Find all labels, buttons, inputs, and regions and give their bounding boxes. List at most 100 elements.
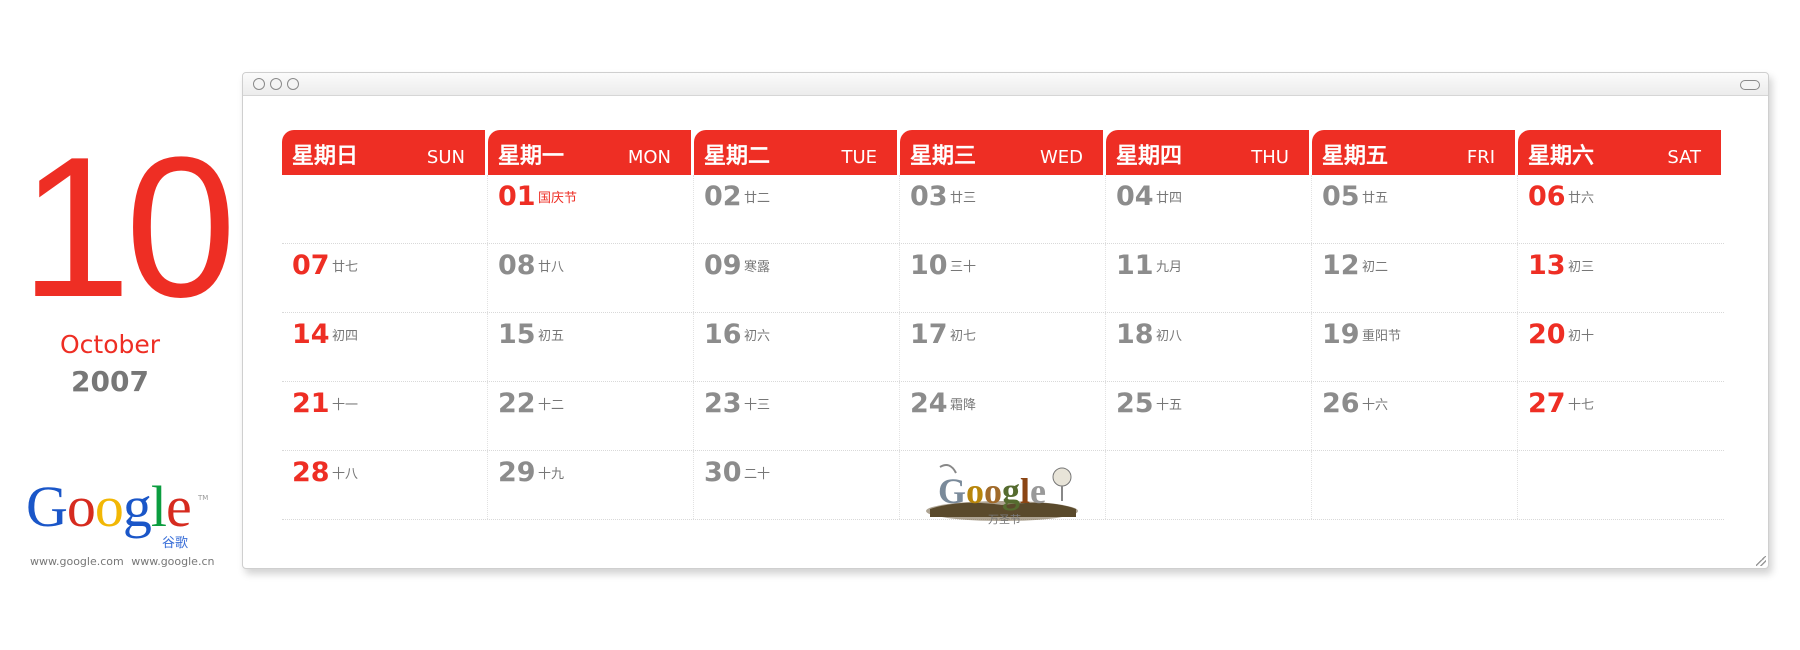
day-cell[interactable]: 06 廿六 (1518, 175, 1721, 243)
day-number: 27 (1528, 388, 1566, 419)
day-cell[interactable]: 27 十七 (1518, 382, 1721, 450)
day-cell[interactable]: 22 十二 (488, 382, 694, 450)
day-cell[interactable]: 12 初二 (1312, 244, 1518, 312)
lunar-date: 十三 (744, 398, 771, 413)
day-cell[interactable]: 11 九月 (1106, 244, 1312, 312)
weekday-cn: 星期四 (1116, 144, 1183, 169)
lunar-date: 廿六 (1568, 191, 1595, 206)
day-cell[interactable]: 28 十八 (282, 451, 488, 519)
day-cell (1312, 451, 1518, 519)
day-number: 07 (292, 250, 330, 281)
google-logo-wordmark: Google (26, 478, 216, 536)
lunar-date: 十九 (538, 467, 565, 482)
day-number: 12 (1322, 250, 1360, 281)
day-cell[interactable]: 01 国庆节 (488, 175, 694, 243)
lunar-date: 廿八 (538, 260, 565, 275)
day-number: 01 (498, 181, 536, 212)
toolbar-toggle-icon[interactable] (1740, 80, 1760, 90)
logo-letter: l (150, 474, 167, 539)
day-cell[interactable]: 17 初七 (900, 313, 1106, 381)
day-cell[interactable]: 24 霜降 (900, 382, 1106, 450)
logo-letter: g (122, 474, 152, 539)
day-cell[interactable]: 03 廿三 (900, 175, 1106, 243)
lunar-date: 初八 (1156, 329, 1183, 344)
weekday-en: FRI (1466, 147, 1495, 168)
lunar-date: 国庆节 (538, 191, 578, 206)
week-row: 28 十八 29 十九 30 二十 Google 万圣节 (282, 451, 1724, 526)
url-google-com[interactable]: www.google.com (30, 555, 124, 568)
day-cell[interactable]: 08 廿八 (488, 244, 694, 312)
day-cell[interactable]: 29 十九 (488, 451, 694, 519)
lunar-date: 重阳节 (1362, 329, 1402, 344)
weekday-en: TUE (841, 147, 877, 168)
day-cell[interactable]: 07 廿七 (282, 244, 488, 312)
weekday-header-tue: 星期二 TUE (694, 130, 897, 175)
lunar-date: 十一 (332, 398, 359, 413)
day-number: 06 (1528, 181, 1566, 212)
day-cell[interactable]: 30 二十 (694, 451, 900, 519)
weekday-header-wed: 星期三 WED (900, 130, 1103, 175)
day-cell[interactable]: 16 初六 (694, 313, 900, 381)
lunar-date: 初二 (1362, 260, 1389, 275)
weekday-header-sun: 星期日 SUN (282, 130, 485, 175)
halloween-doodle-cell[interactable]: Google 万圣节 (900, 451, 1106, 526)
day-cell[interactable]: 13 初三 (1518, 244, 1721, 312)
day-number: 02 (704, 181, 742, 212)
logo-subtitle: 谷歌 (162, 536, 189, 551)
day-cell[interactable]: 19 重阳节 (1312, 313, 1518, 381)
day-number: 23 (704, 388, 742, 419)
day-number: 08 (498, 250, 536, 281)
week-row: 01 国庆节 02 廿二 03 廿三 04 廿四 05 廿五 06 廿六 (282, 175, 1724, 244)
lunar-date: 初六 (744, 329, 771, 344)
minimize-icon[interactable] (270, 78, 282, 90)
day-cell[interactable]: 18 初八 (1106, 313, 1312, 381)
month-number: 10 (20, 116, 236, 339)
weekday-cn: 星期六 (1528, 144, 1595, 169)
day-cell (1106, 451, 1312, 519)
day-cell[interactable]: 10 三十 (900, 244, 1106, 312)
day-cell[interactable]: 20 初十 (1518, 313, 1721, 381)
day-cell[interactable]: 23 十三 (694, 382, 900, 450)
day-cell (1518, 451, 1721, 519)
day-number: 13 (1528, 250, 1566, 281)
url-google-cn[interactable]: www.google.cn (131, 555, 214, 568)
day-cell[interactable]: 14 初四 (282, 313, 488, 381)
day-number: 03 (910, 181, 948, 212)
lunar-date: 十七 (1568, 398, 1595, 413)
day-cell[interactable]: 02 廿二 (694, 175, 900, 243)
day-cell[interactable]: 26 十六 (1312, 382, 1518, 450)
day-cell[interactable]: 04 廿四 (1106, 175, 1312, 243)
day-cell[interactable]: 25 十五 (1106, 382, 1312, 450)
weekday-en: MON (627, 147, 671, 168)
day-cell[interactable]: 05 廿五 (1312, 175, 1518, 243)
lunar-date: 廿四 (1156, 191, 1183, 206)
day-cell[interactable]: 21 十一 (282, 382, 488, 450)
lunar-date: 廿七 (332, 260, 359, 275)
weekday-header-fri: 星期五 FRI (1312, 130, 1515, 175)
month-name: October (59, 330, 161, 359)
lunar-date: 初三 (1568, 260, 1595, 275)
day-number: 20 (1528, 319, 1566, 350)
close-icon[interactable] (253, 78, 265, 90)
weekday-cn: 星期日 (292, 144, 359, 169)
calendar-grid: 星期日 SUN 星期一 MON 星期二 TUE 星期三 WED 星期四 THU 星期五 FRI 星期六 S… (282, 130, 1724, 526)
week-row: 21 十一 22 十二 23 十三 24 霜降 25 十五 26 十六 27 十七 (282, 382, 1724, 451)
weekday-en: SUN (426, 147, 465, 168)
left-panel: 10 October 2007 Google TM 谷歌 www.google.… (0, 0, 240, 650)
week-row: 14 初四 15 初五 16 初六 17 初七 18 初八 19 重阳节 20 初十 (282, 313, 1724, 382)
google-logo: Google TM 谷歌 (26, 478, 216, 552)
logo-letter: o (94, 474, 124, 539)
day-number: 26 (1322, 388, 1360, 419)
lunar-date: 初七 (950, 329, 977, 344)
weekday-cn: 星期一 (498, 144, 565, 169)
year: 2007 (71, 365, 149, 398)
day-number: 09 (704, 250, 742, 281)
title-bar (243, 73, 1768, 96)
day-cell[interactable]: 15 初五 (488, 313, 694, 381)
svg-text:Google: Google (938, 471, 1046, 511)
day-cell[interactable]: 09 寒露 (694, 244, 900, 312)
resize-grip-icon[interactable] (1756, 556, 1766, 566)
lunar-date: 九月 (1156, 260, 1183, 275)
lunar-date: 初十 (1568, 329, 1595, 344)
zoom-icon[interactable] (287, 78, 299, 90)
